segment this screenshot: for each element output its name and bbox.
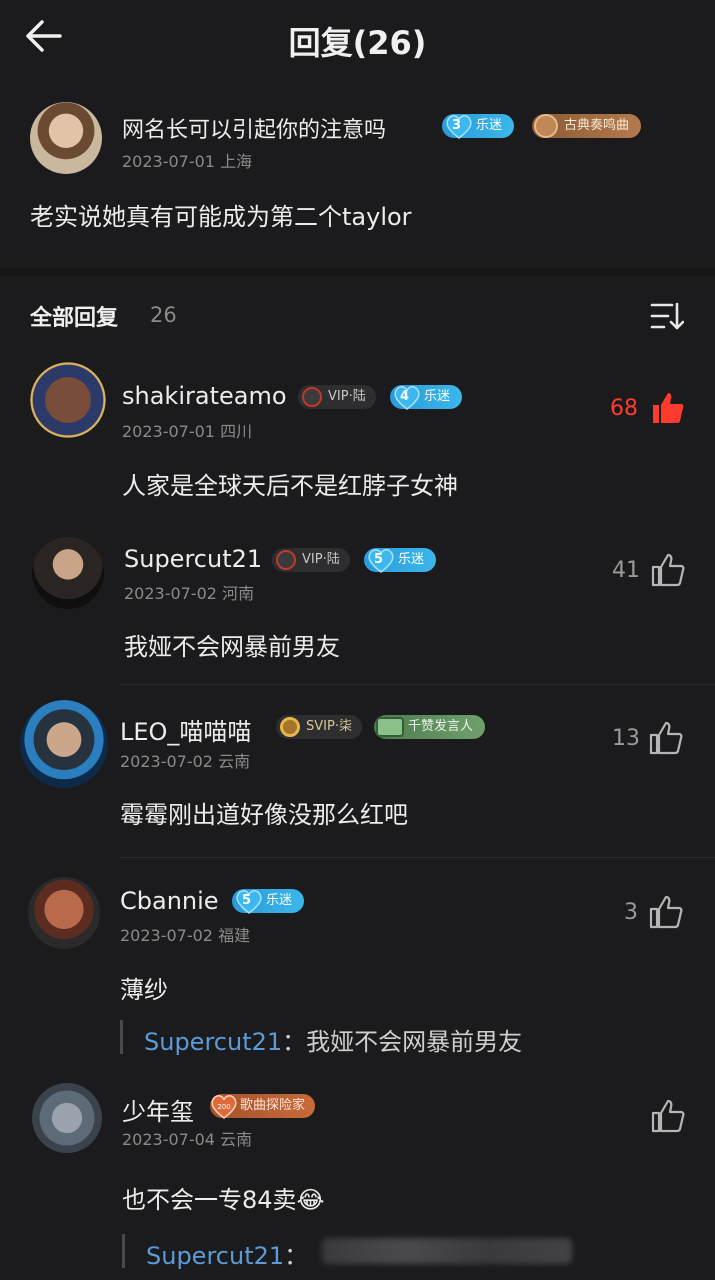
avatar[interactable] [32,537,104,609]
username[interactable]: LEO_喵喵喵 [120,712,251,747]
comment-meta: 2023-07-04 云南 [122,1130,253,1149]
reply-page: 回复(26) 网名长可以引起你的注意吗 3 乐迷 古典奏鸣曲 2023-07-0… [0,0,715,1280]
comment-text: 老实说她真有可能成为第二个taylor [30,203,412,231]
vinyl-icon [302,387,322,407]
like-count: 68 [610,396,638,421]
comment-meta: 2023-07-02 河南 [124,584,255,603]
username[interactable]: 少年玺 [122,1092,194,1127]
gold-vinyl-icon [280,717,300,737]
separator [120,857,715,858]
quoted-username[interactable]: Supercut21 [144,1028,282,1056]
separator [120,684,715,685]
quoted-reply[interactable]: Supercut21： [146,1236,308,1271]
quoted-username[interactable]: Supercut21 [146,1242,284,1270]
avatar[interactable] [28,877,100,949]
comment-text: 我娅不会网暴前男友 [124,633,340,661]
thumbs-up-icon[interactable] [648,720,684,756]
avatar[interactable] [20,700,108,788]
page-title: 回复(26) [288,24,427,62]
quote-bar [122,1234,125,1268]
vinyl-icon [276,550,296,570]
avatar[interactable] [28,360,108,440]
comment-text: 也不会一专84卖😂 [122,1186,325,1214]
section-divider [0,268,715,276]
comment-meta: 2023-07-01 四川 [122,422,253,441]
thumbs-up-icon[interactable] [650,390,686,426]
level-badge[interactable]: 4 乐迷 [390,385,463,410]
quote-bar [120,1020,123,1054]
username[interactable]: Cbannie [120,887,219,915]
heart-badge-icon: 200 [211,1095,237,1119]
comment-text: 霉霉刚出道好像没那么红吧 [120,801,408,829]
comment-meta: 2023-07-01 上海 [122,152,253,171]
level-badge[interactable]: 5 乐迷 [232,889,305,914]
username[interactable]: 网名长可以引起你的注意吗 [122,112,386,144]
shield-icon [534,114,558,138]
quoted-text: 我娅不会网暴前男友 [306,1028,523,1056]
section-title: 全部回复 [30,306,119,331]
comment-meta: 2023-07-02 福建 [120,926,251,945]
sort-icon[interactable] [650,300,684,332]
thumbs-up-icon[interactable] [650,1098,686,1134]
top-bar: 回复(26) [0,0,715,76]
vip-badge[interactable]: VIP·陆 [298,385,376,409]
level-badge[interactable]: 3 乐迷 [442,114,515,139]
username[interactable]: Supercut21 [124,545,262,573]
avatar[interactable] [32,1083,102,1153]
svg-text:200: 200 [217,1103,230,1111]
thumbs-up-icon[interactable] [648,894,684,930]
comment-text: 人家是全球天后不是红脖子女神 [122,472,458,500]
quoted-reply[interactable]: Supercut21：我娅不会网暴前男友 [144,1022,522,1057]
original-comment: 网名长可以引起你的注意吗 3 乐迷 古典奏鸣曲 2023-07-01 上海 老实… [0,90,715,266]
blurred-redaction [322,1238,572,1264]
vip-badge[interactable]: VIP·陆 [272,548,350,572]
avatar[interactable] [30,102,102,174]
comment-meta: 2023-07-02 云南 [120,752,251,771]
thousand-likes-badge[interactable]: 千赞发言人 [374,715,486,739]
level-badge[interactable]: 5 乐迷 [364,548,437,573]
comment-text: 薄纱 [120,976,168,1004]
section-count: 26 [150,303,177,327]
thumbs-up-icon[interactable] [650,552,686,588]
song-explorer-badge[interactable]: 200 歌曲探险家 [210,1094,316,1119]
typewriter-icon [376,717,404,737]
like-count: 3 [624,900,638,925]
username[interactable]: shakirateamo [122,382,287,410]
svip-badge[interactable]: SVIP·柒 [276,715,362,739]
like-count: 41 [612,558,640,583]
classic-sonata-badge[interactable]: 古典奏鸣曲 [532,114,642,138]
like-count: 13 [612,726,640,751]
